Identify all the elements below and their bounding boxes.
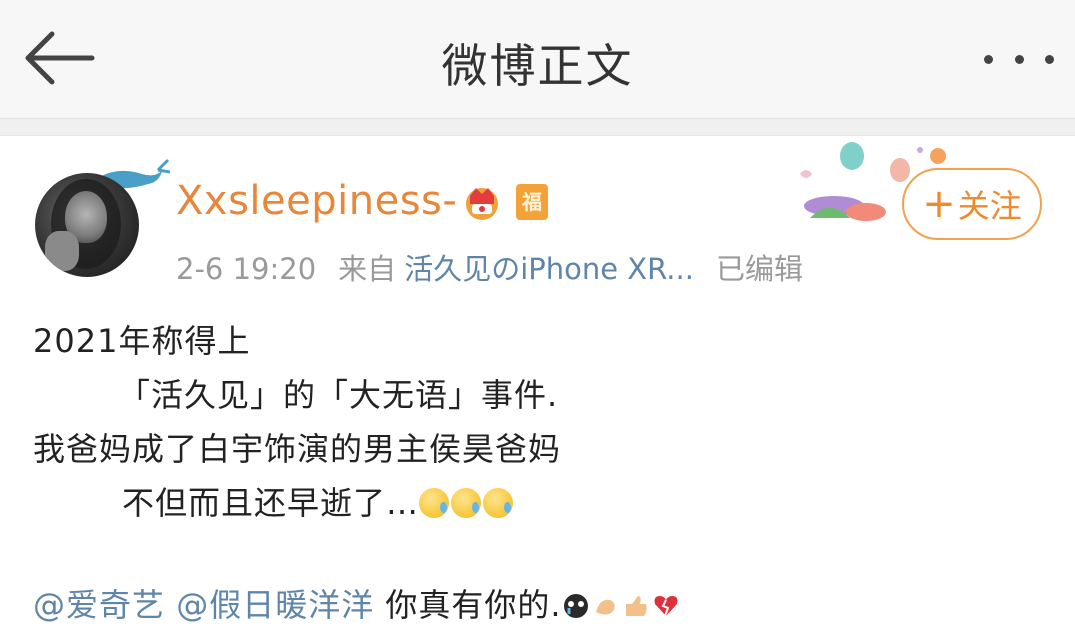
post-meta: 2-6 19:20 来自 活久见のiPhone XR... 已编辑 bbox=[176, 246, 803, 288]
mention-iqiyi[interactable]: @爱奇艺 bbox=[33, 586, 165, 624]
crown-badge-icon bbox=[466, 188, 498, 220]
broken-heart-icon bbox=[654, 596, 678, 617]
mention-jiari[interactable]: @假日暖洋洋 bbox=[176, 586, 374, 624]
fu-badge-icon: 福 bbox=[516, 184, 548, 220]
avatar-area bbox=[26, 156, 170, 284]
page-title: 微博正文 bbox=[441, 39, 634, 93]
source-prefix: 来自 bbox=[338, 252, 397, 286]
section-divider bbox=[0, 119, 1075, 136]
post-timestamp: 2-6 19:20 bbox=[176, 252, 317, 286]
post-text-line: 2021年称得上 bbox=[33, 322, 251, 360]
post-text-line: 我爸妈成了白宇饰演的男主侯昊爸妈 bbox=[33, 430, 562, 468]
post-mentions-line: @爱奇艺 @假日暖洋洋 你真有你的. bbox=[33, 580, 682, 626]
thumbs-up-icon bbox=[625, 596, 647, 616]
follow-button[interactable]: + 关注 bbox=[902, 168, 1042, 240]
closing-text: 你真有你的. bbox=[374, 586, 562, 624]
sweat-emoji-icon bbox=[451, 488, 482, 518]
edited-label: 已编辑 bbox=[715, 252, 803, 286]
follow-label: 关注 bbox=[957, 187, 1022, 225]
avatar[interactable] bbox=[35, 173, 139, 277]
post-text-line: 「活久见」的「大无语」事件. bbox=[118, 376, 559, 414]
sweat-emoji-icon bbox=[483, 488, 514, 518]
post-source-link[interactable]: 活久见のiPhone XR... bbox=[404, 252, 694, 286]
ok-hand-icon bbox=[595, 599, 615, 615]
more-button[interactable] bbox=[984, 46, 1054, 72]
crying-face-icon bbox=[563, 594, 588, 618]
more-icon bbox=[984, 54, 993, 64]
top-navbar: 微博正文 bbox=[0, 0, 1075, 119]
sweat-emoji-icon bbox=[419, 488, 450, 518]
username[interactable]: Xxsleepiness- bbox=[176, 178, 457, 224]
post-text-line-with-emoji: 不但而且还早逝了… bbox=[122, 478, 515, 524]
plus-icon: + bbox=[922, 181, 956, 227]
